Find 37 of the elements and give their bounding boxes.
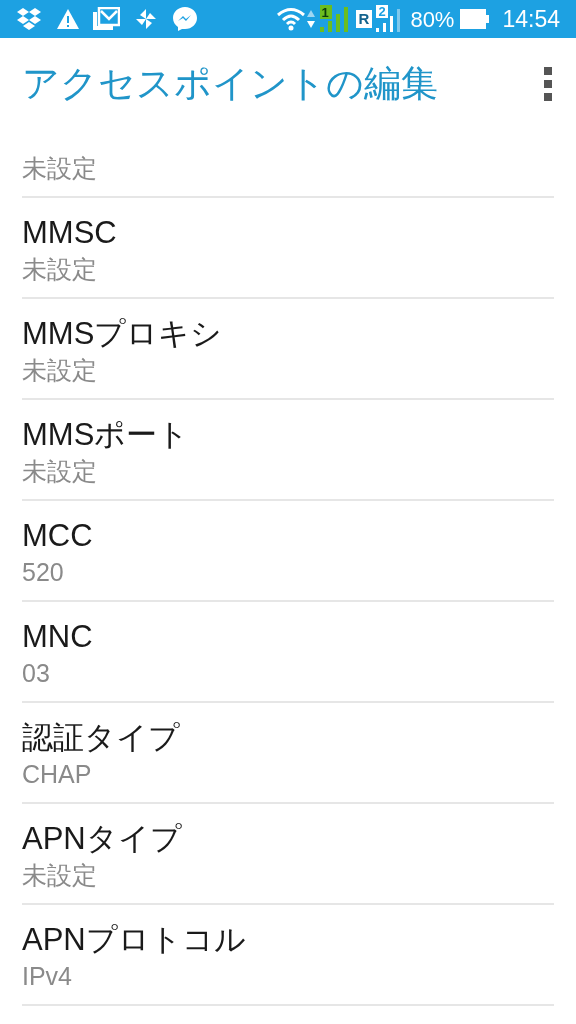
setting-item[interactable]: 認証タイプ CHAP xyxy=(22,703,554,804)
setting-title: MCC xyxy=(22,518,94,554)
setting-item[interactable]: MCC 520 xyxy=(22,501,554,602)
setting-item[interactable]: APNタイプ 未設定 xyxy=(22,804,554,905)
screen-title: アクセスポイントの編集 xyxy=(22,62,439,107)
battery-icon xyxy=(460,9,491,29)
setting-value: CHAP xyxy=(22,759,93,790)
setting-value: 未設定 xyxy=(22,860,98,891)
setting-value: IPv4 xyxy=(22,961,74,992)
setting-value: 520 xyxy=(22,557,65,588)
setting-title: MMSプロキシ xyxy=(22,316,224,352)
setting-item[interactable]: APNプロトコル IPv4 xyxy=(22,905,554,1006)
setting-item[interactable]: MNC 03 xyxy=(22,602,554,703)
clock: 14:54 xyxy=(502,4,560,34)
setting-title: MMSC xyxy=(22,215,118,251)
setting-value: 未設定 xyxy=(22,456,98,487)
pinwheel-icon xyxy=(134,7,158,31)
setting-item[interactable]: MMSC 未設定 xyxy=(22,198,554,299)
setting-title: 認証タイプ xyxy=(22,720,181,756)
setting-value: 未設定 xyxy=(22,153,98,184)
setting-item[interactable]: MMSプロキシ 未設定 xyxy=(22,299,554,400)
battery-percent: 80% xyxy=(410,5,455,34)
setting-title: APNタイプ xyxy=(22,821,183,857)
warning-icon xyxy=(56,8,80,30)
dropbox-icon xyxy=(16,7,42,31)
messenger-icon xyxy=(172,6,198,32)
roaming-badge: R xyxy=(355,10,373,28)
setting-title: APNプロトコル xyxy=(22,922,247,958)
setting-title: MMSポート xyxy=(22,417,191,453)
setting-value: 未設定 xyxy=(22,254,98,285)
wifi-icon xyxy=(275,7,306,31)
setting-title: MNC xyxy=(22,619,94,655)
mail-icon xyxy=(92,7,120,31)
setting-value: 03 xyxy=(22,658,51,689)
setting-value: 未設定 xyxy=(22,355,98,386)
setting-item[interactable]: MMSポート 未設定 xyxy=(22,400,554,501)
more-options-icon[interactable] xyxy=(542,67,554,101)
